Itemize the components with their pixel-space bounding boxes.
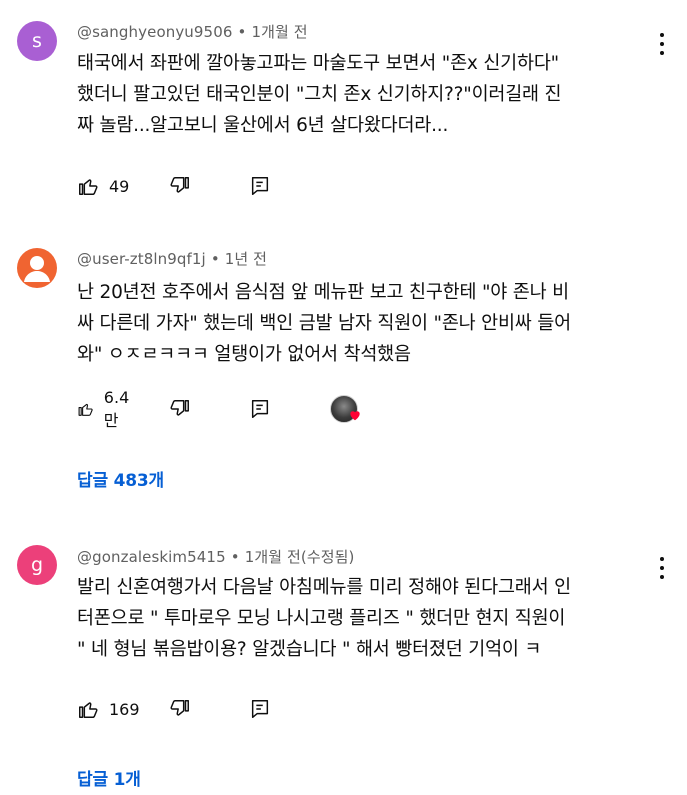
view-replies-button[interactable]: 답글 483개 xyxy=(77,466,164,491)
comment-line: 태국에서 좌판에 깔아놓고파는 마술도구 보면서 "존x 신기하다" xyxy=(77,53,559,74)
reply-icon xyxy=(251,700,269,718)
avatar[interactable] xyxy=(17,248,57,288)
comment-line: 했더니 팔고있던 태국인분이 "그치 존x 신기하지??"이러길래 진 xyxy=(77,84,562,105)
like-count: 49 xyxy=(109,176,130,196)
comment-line: 터폰으로 " 투마로우 모닝 나시고랭 플리즈 " 했더만 현지 직원이 xyxy=(77,608,566,629)
reply-button[interactable] xyxy=(249,173,271,199)
thumb-up-icon xyxy=(78,403,93,416)
avatar[interactable]: g xyxy=(17,545,57,585)
dislike-button[interactable] xyxy=(169,173,191,199)
thumb-down-icon xyxy=(170,700,189,716)
view-replies-button[interactable]: 답글 1개 xyxy=(77,765,141,790)
comment-time[interactable]: 1개월 전(수정됨) xyxy=(245,548,355,566)
like-button[interactable]: 49 xyxy=(77,173,129,199)
thumb-down-icon xyxy=(170,400,189,416)
comment-line: 난 20년전 호주에서 음식점 앞 메뉴판 보고 친구한테 "야 존나 비 xyxy=(77,282,569,303)
comment-meta: @user-zt8ln9qf1j • 1년 전 xyxy=(77,248,267,269)
person-icon xyxy=(24,256,50,282)
comment-text: 난 20년전 호주에서 음식점 앞 메뉴판 보고 친구한테 "야 존나 비 싸 … xyxy=(77,277,667,370)
comment-line: 싸 다른데 가자" 했는데 백인 금발 남자 직원이 "존나 안비싸 들어 xyxy=(77,313,571,334)
avatar-letter: s xyxy=(32,30,42,52)
comment-line: 와" ㅇㅈㄹㅋㅋㅋ 얼탱이가 없어서 착석했음 xyxy=(77,344,411,365)
comment-line: " 네 형님 볶음밥이용? 알겠습니다 " 해서 빵터졌던 기억이 ㅋ xyxy=(77,639,542,660)
avatar[interactable]: s xyxy=(17,21,57,61)
dislike-button[interactable] xyxy=(169,396,191,422)
meta-separator: • xyxy=(230,548,240,566)
comment-username[interactable]: @gonzaleskim5415 xyxy=(77,548,226,566)
comment-text: 태국에서 좌판에 깔아놓고파는 마술도구 보면서 "존x 신기하다" 했더니 팔… xyxy=(77,48,667,141)
comment-text: 발리 신혼여행가서 다음날 아침메뉴를 미리 정해야 된다그래서 인 터폰으로 … xyxy=(77,572,667,665)
comment-line: 발리 신혼여행가서 다음날 아침메뉴를 미리 정해야 된다그래서 인 xyxy=(77,577,571,598)
like-button[interactable]: 169 xyxy=(77,696,140,722)
comment-line: 짜 놀람...알고보니 울산에서 6년 살다왔다더라... xyxy=(77,115,449,136)
thumb-up-icon xyxy=(79,702,98,718)
reply-button[interactable] xyxy=(249,396,271,422)
meta-separator: • xyxy=(237,23,247,41)
reply-button[interactable] xyxy=(249,696,271,722)
heart-icon xyxy=(350,411,360,421)
thumb-down-icon xyxy=(170,177,189,193)
comment-time[interactable]: 1개월 전 xyxy=(251,23,307,41)
dislike-button[interactable] xyxy=(169,696,191,722)
thumb-up-icon xyxy=(79,179,98,195)
comment-meta: @gonzaleskim5415 • 1개월 전(수정됨) xyxy=(77,546,355,567)
like-count: 169 xyxy=(109,699,140,719)
comment-time[interactable]: 1년 전 xyxy=(225,250,267,268)
like-count: 6.4만 xyxy=(103,387,130,430)
reply-icon xyxy=(251,177,269,195)
like-button[interactable]: 6.4만 xyxy=(77,388,134,430)
meta-separator: • xyxy=(210,250,220,268)
comment-meta: @sanghyeonyu9506 • 1개월 전 xyxy=(77,21,308,42)
comment-username[interactable]: @user-zt8ln9qf1j xyxy=(77,250,206,268)
reply-icon xyxy=(251,400,269,418)
comment-username[interactable]: @sanghyeonyu9506 xyxy=(77,23,233,41)
avatar-letter: g xyxy=(30,554,44,576)
